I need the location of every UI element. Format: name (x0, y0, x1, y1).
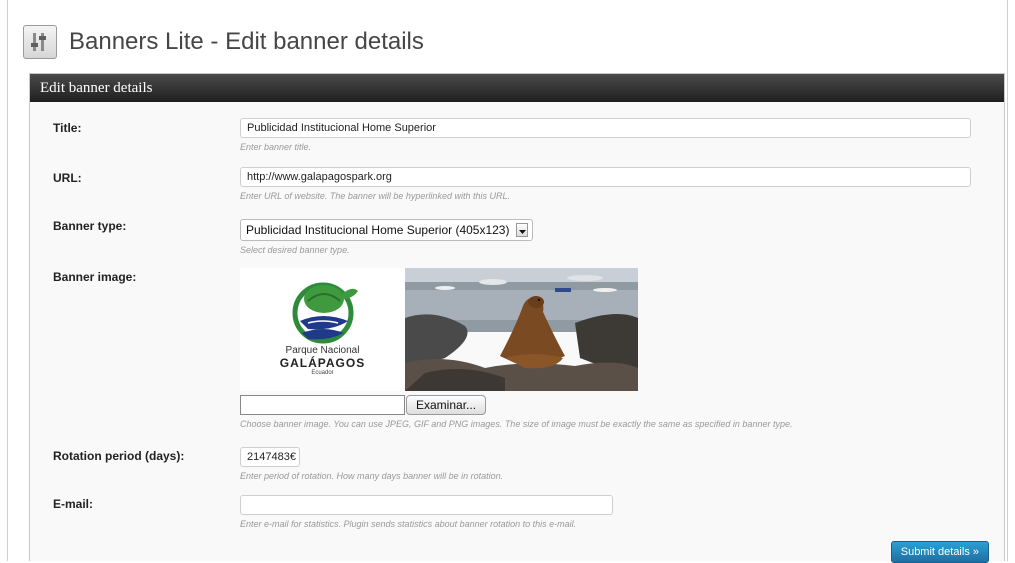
banner-image-label: Banner image: (53, 270, 137, 284)
banner-type-field-group: Publicidad Institucional Home Superior (… (240, 219, 533, 255)
banner-image-hint: Choose banner image. You can use JPEG, G… (240, 419, 793, 429)
panel-title: Edit banner details (30, 74, 1004, 102)
title-input[interactable]: Publicidad Institucional Home Superior (240, 118, 971, 138)
submit-details-button[interactable]: Submit details » (890, 541, 989, 563)
rotation-hint: Enter period of rotation. How many days … (240, 471, 504, 481)
park-logo: Parque Nacional GALÁPAGOS Ecuador (240, 268, 405, 391)
page-title: Banners Lite - Edit banner details (69, 28, 424, 55)
email-hint: Enter e-mail for statistics. Plugin send… (240, 519, 577, 529)
banner-type-label: Banner type: (53, 219, 127, 233)
edit-banner-panel: Edit banner details Title: Publicidad In… (29, 73, 1005, 563)
email-field-group: Enter e-mail for statistics. Plugin send… (240, 495, 613, 529)
banner-image-field-group: Parque Nacional GALÁPAGOS Ecuador Examin… (240, 268, 792, 429)
chevron-down-icon[interactable] (516, 223, 528, 237)
url-field-group: http://www.galapagospark.org Enter URL o… (240, 167, 971, 201)
rotation-field-group: 2147483€ Enter period of rotation. How m… (240, 447, 503, 481)
rotation-label: Rotation period (days): (53, 449, 185, 463)
sea-lion-photo (405, 268, 638, 391)
url-label: URL: (53, 171, 82, 185)
logo-line3: Ecuador (311, 370, 334, 376)
banner-type-select[interactable]: Publicidad Institucional Home Superior (… (240, 219, 533, 241)
file-path-input[interactable] (240, 395, 405, 415)
logo-line2: GALÁPAGOS (279, 356, 366, 370)
title-hint: Enter banner title. (240, 142, 312, 152)
email-label: E-mail: (53, 497, 94, 511)
title-field-group: Publicidad Institucional Home Superior E… (240, 118, 971, 152)
frame-border-right (1007, 0, 1008, 561)
rotation-input[interactable]: 2147483€ (240, 447, 300, 467)
settings-sliders-icon (23, 25, 57, 59)
tortoise-logo-icon (292, 282, 358, 344)
url-input[interactable]: http://www.galapagospark.org (240, 167, 971, 187)
title-label: Title: (53, 121, 82, 135)
banner-type-selected: Publicidad Institucional Home Superior (… (246, 223, 510, 237)
logo-line1: Parque Nacional (285, 345, 360, 356)
frame-border-left (7, 0, 8, 561)
page-header: Banners Lite - Edit banner details (23, 22, 424, 62)
url-hint: Enter URL of website. The banner will be… (240, 191, 510, 201)
banner-type-hint: Select desired banner type. (240, 245, 350, 255)
browse-button[interactable]: Examinar... (406, 395, 487, 415)
file-upload-row: Examinar... (240, 395, 792, 415)
email-input[interactable] (240, 495, 613, 515)
banner-image-preview: Parque Nacional GALÁPAGOS Ecuador (240, 268, 638, 391)
